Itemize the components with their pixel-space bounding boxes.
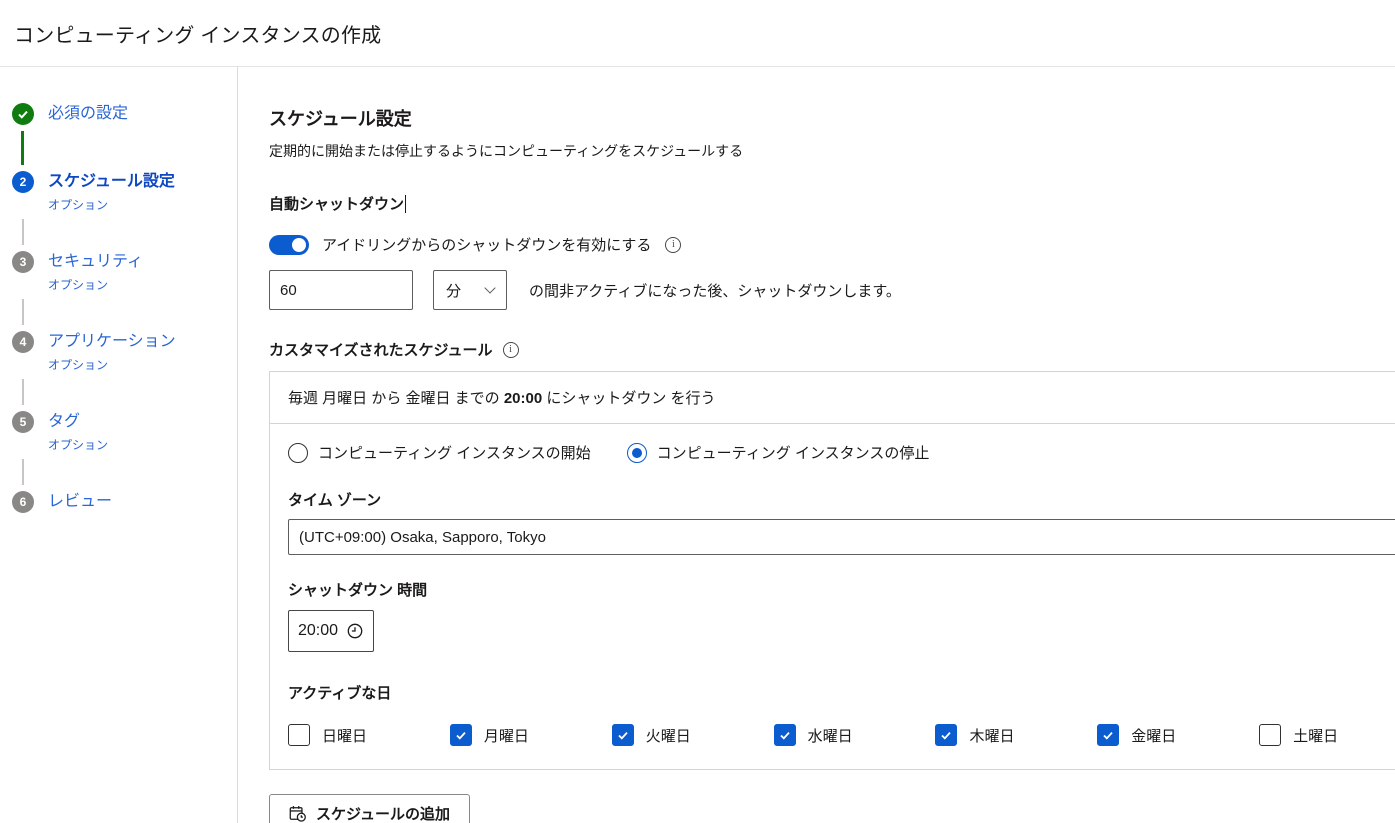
step-sublabel: オプション <box>48 196 175 213</box>
step-number-badge: 3 <box>12 251 34 273</box>
clock-icon <box>346 622 364 640</box>
checkbox-icon <box>612 724 634 746</box>
day-checkbox-saturday[interactable]: 土曜日 <box>1259 724 1395 746</box>
timezone-input[interactable] <box>288 519 1395 555</box>
active-days-row: 日曜日 月曜日 火曜日 水曜日 <box>288 724 1395 746</box>
checkbox-icon <box>288 724 310 746</box>
sidebar-step-application[interactable]: 4 アプリケーション オプション <box>12 331 237 373</box>
schedule-card: 毎週 月曜日 から 金曜日 までの 20:00 にシャットダウン を行う コンピ… <box>269 371 1395 770</box>
idle-minutes-input[interactable] <box>269 270 413 310</box>
step-connector <box>22 459 24 485</box>
step-number-badge: 2 <box>12 171 34 193</box>
section-heading: スケジュール設定 <box>269 105 1395 131</box>
step-label: アプリケーション <box>48 333 176 350</box>
day-checkbox-monday[interactable]: 月曜日 <box>450 724 612 746</box>
page-header: コンピューティング インスタンスの作成 <box>0 0 1395 67</box>
page-title: コンピューティング インスタンスの作成 <box>14 19 381 48</box>
step-label: レビュー <box>48 493 112 510</box>
shutdown-time-input[interactable]: 20:00 <box>288 610 374 652</box>
day-checkbox-wednesday[interactable]: 水曜日 <box>774 724 936 746</box>
step-connector <box>22 219 24 245</box>
text-caret <box>405 195 406 213</box>
step-connector <box>22 299 24 325</box>
step-label: 必須の設定 <box>48 105 128 122</box>
radio-icon <box>627 443 647 463</box>
calendar-clock-icon <box>289 805 306 822</box>
step-number-badge: 6 <box>12 491 34 513</box>
step-connector <box>21 131 24 165</box>
idle-shutdown-toggle[interactable] <box>269 235 309 255</box>
step-label: セキュリティ <box>48 253 143 270</box>
add-schedule-button[interactable]: スケジュールの追加 <box>269 794 470 823</box>
step-sublabel: オプション <box>48 276 143 293</box>
sidebar-step-required-settings[interactable]: 必須の設定 <box>12 103 237 125</box>
step-completed-check-icon <box>12 103 34 125</box>
idle-unit-select[interactable]: 分 <box>433 270 507 310</box>
step-sublabel: オプション <box>48 436 108 453</box>
sidebar-step-schedule[interactable]: 2 スケジュール設定 オプション <box>12 171 237 213</box>
timezone-label: タイム ゾーン <box>288 489 1395 510</box>
info-icon[interactable] <box>503 342 519 358</box>
step-sublabel: オプション <box>48 356 176 373</box>
schedule-summary-header[interactable]: 毎週 月曜日 から 金曜日 までの 20:00 にシャットダウン を行う <box>270 372 1395 424</box>
custom-schedule-heading: カスタマイズされたスケジュール <box>269 339 1395 360</box>
radio-icon <box>288 443 308 463</box>
toggle-knob <box>292 238 306 252</box>
section-description: 定期的に開始または停止するようにコンピューティングをスケジュールする <box>269 141 1395 161</box>
day-checkbox-tuesday[interactable]: 火曜日 <box>612 724 774 746</box>
step-label: スケジュール設定 <box>48 173 175 190</box>
day-checkbox-thursday[interactable]: 木曜日 <box>935 724 1097 746</box>
checkbox-icon <box>1259 724 1281 746</box>
sidebar-step-review[interactable]: 6 レビュー <box>12 491 237 513</box>
day-checkbox-sunday[interactable]: 日曜日 <box>288 724 450 746</box>
auto-shutdown-heading: 自動シャットダウン <box>269 193 1395 214</box>
wizard-stepper-sidebar: 必須の設定 2 スケジュール設定 オプション 3 セキュリティ オプション <box>0 67 238 823</box>
idle-unit-selected-value: 分 <box>446 280 461 301</box>
step-connector <box>22 379 24 405</box>
chevron-down-icon <box>484 282 495 293</box>
shutdown-time-label: シャットダウン 時間 <box>288 579 1395 600</box>
step-number-badge: 4 <box>12 331 34 353</box>
checkbox-icon <box>935 724 957 746</box>
schedule-settings-panel: スケジュール設定 定期的に開始または停止するようにコンピューティングをスケジュー… <box>238 67 1395 823</box>
radio-option-start-instance[interactable]: コンピューティング インスタンスの開始 <box>288 442 591 463</box>
idle-suffix-text: の間非アクティブになった後、シャットダウンします。 <box>529 280 901 301</box>
sidebar-step-security[interactable]: 3 セキュリティ オプション <box>12 251 237 293</box>
idle-shutdown-toggle-label: アイドリングからのシャットダウンを有効にする <box>322 234 651 255</box>
radio-option-stop-instance[interactable]: コンピューティング インスタンスの停止 <box>627 442 930 463</box>
info-icon[interactable] <box>665 237 681 253</box>
sidebar-step-tags[interactable]: 5 タグ オプション <box>12 411 237 453</box>
checkbox-icon <box>450 724 472 746</box>
day-checkbox-friday[interactable]: 金曜日 <box>1097 724 1259 746</box>
active-days-label: アクティブな日 <box>288 682 1395 703</box>
schedule-summary-time: 20:00 <box>504 390 542 407</box>
checkbox-icon <box>1097 724 1119 746</box>
step-label: タグ <box>48 413 80 430</box>
checkbox-icon <box>774 724 796 746</box>
step-number-badge: 5 <box>12 411 34 433</box>
